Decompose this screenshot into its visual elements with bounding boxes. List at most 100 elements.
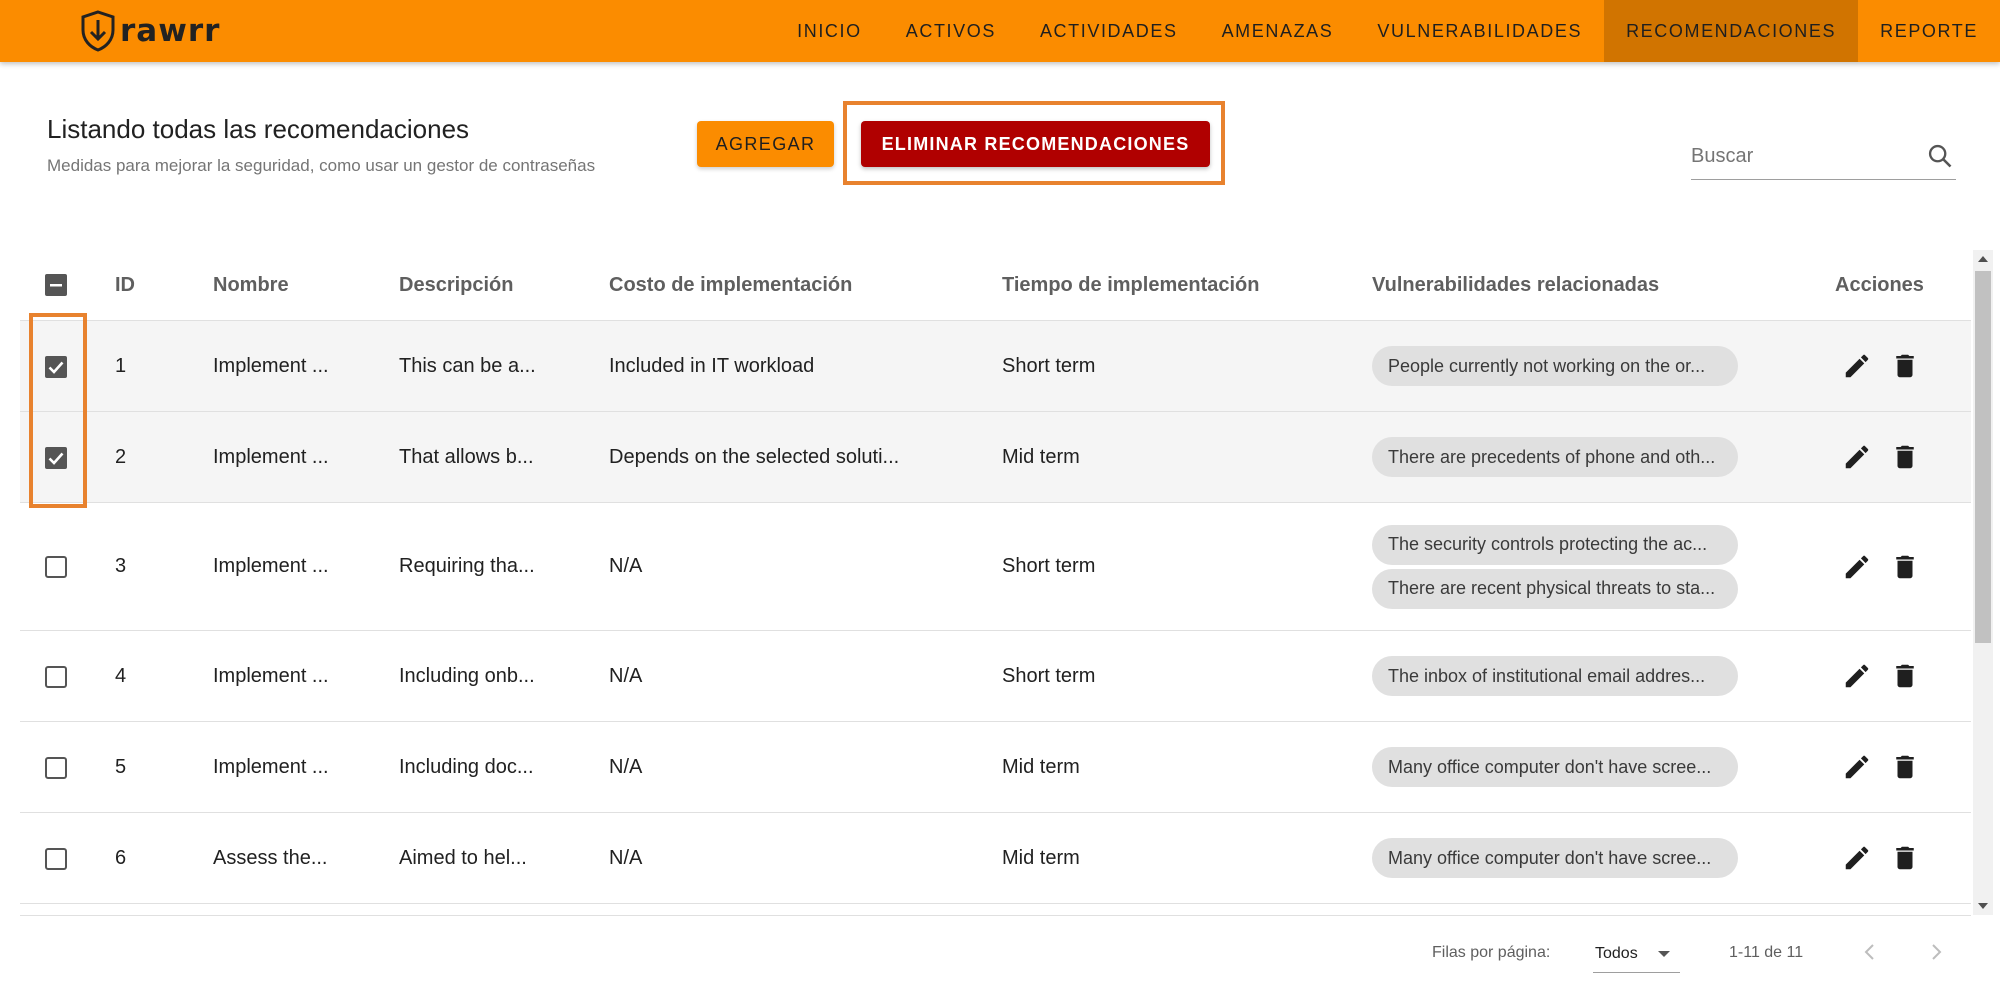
- vulnerability-chip[interactable]: There are recent physical threats to sta…: [1372, 568, 1738, 609]
- table-header: ID Nombre Descripción Costo de implement…: [20, 250, 1971, 321]
- cell-cost: N/A: [609, 846, 643, 869]
- column-header-id[interactable]: ID: [115, 250, 135, 321]
- edit-icon[interactable]: [1842, 552, 1872, 582]
- cell-time: Mid term: [1002, 755, 1080, 778]
- cell-description: Including doc...: [399, 755, 534, 778]
- edit-icon[interactable]: [1842, 843, 1872, 873]
- table-row[interactable]: 2 Implement ... That allows b... Depends…: [20, 412, 1971, 503]
- search-input[interactable]: [1691, 136, 1911, 176]
- table-row[interactable]: 3 Implement ... Requiring tha... N/A Sho…: [20, 503, 1971, 631]
- rows-per-page-label: Filas por página:: [1432, 944, 1551, 961]
- delete-recommendations-button[interactable]: ELIMINAR RECOMENDACIONES: [861, 121, 1210, 167]
- edit-icon[interactable]: [1842, 661, 1872, 691]
- top-app-bar: rawrr INICIO ACTIVOS ACTIVIDADES AMENAZA…: [0, 0, 2000, 62]
- nav-item-vulnerabilidades[interactable]: VULNERABILIDADES: [1355, 0, 1604, 62]
- column-header-description[interactable]: Descripción: [399, 250, 513, 321]
- table-row[interactable]: 5 Implement ... Including doc... N/A Mid…: [20, 722, 1971, 813]
- row-checkbox[interactable]: [44, 555, 68, 579]
- cell-name: Implement ...: [213, 445, 329, 468]
- table-row[interactable]: 6 Assess the... Aimed to hel... N/A Mid …: [20, 813, 1971, 904]
- table-row[interactable]: 1 Implement ... This can be a... Include…: [20, 321, 1971, 412]
- nav-item-actividades[interactable]: ACTIVIDADES: [1018, 0, 1200, 62]
- scrollbar-thumb[interactable]: [1975, 271, 1991, 643]
- column-header-vulnerabilities[interactable]: Vulnerabilidades relacionadas: [1372, 250, 1659, 321]
- cell-description: Aimed to hel...: [399, 846, 527, 869]
- delete-icon[interactable]: [1890, 752, 1920, 782]
- dropdown-caret-icon: [1658, 951, 1670, 957]
- vulnerability-chips: People currently not working on the or..…: [1372, 321, 1738, 411]
- column-header-actions: Acciones: [1835, 274, 1924, 296]
- delete-icon[interactable]: [1890, 661, 1920, 691]
- nav-item-reporte[interactable]: REPORTE: [1858, 0, 2000, 62]
- rows-per-page-value: Todos: [1595, 945, 1638, 962]
- cell-time: Short term: [1002, 354, 1096, 377]
- table-scrollbar[interactable]: [1973, 250, 1993, 915]
- footer-divider: [20, 915, 1971, 916]
- cell-description: Including onb...: [399, 664, 535, 687]
- vulnerability-chips: Many office computer don't have scree...: [1372, 722, 1738, 812]
- cell-id: 6: [115, 846, 127, 869]
- next-page-icon[interactable]: [1924, 940, 1948, 964]
- row-checkbox[interactable]: [44, 665, 68, 689]
- vulnerability-chips: There are precedents of phone and oth...: [1372, 412, 1738, 502]
- rows-per-page-select[interactable]: Todos: [1593, 935, 1680, 973]
- nav-item-activos[interactable]: ACTIVOS: [884, 0, 1018, 62]
- vulnerability-chip[interactable]: The security controls protecting the ac.…: [1372, 524, 1738, 565]
- cell-description: Requiring tha...: [399, 555, 535, 577]
- row-checkbox[interactable]: [44, 756, 68, 780]
- previous-page-icon[interactable]: [1858, 940, 1882, 964]
- cell-time: Mid term: [1002, 846, 1080, 869]
- cell-name: Implement ...: [213, 664, 329, 687]
- delete-icon[interactable]: [1890, 843, 1920, 873]
- column-header-name[interactable]: Nombre: [213, 250, 289, 321]
- cell-id: 4: [115, 664, 127, 687]
- cell-name: Implement ...: [213, 555, 329, 577]
- cell-cost: Depends on the selected soluti...: [609, 445, 900, 468]
- column-header-time[interactable]: Tiempo de implementación: [1002, 250, 1259, 321]
- cell-description: That allows b...: [399, 445, 534, 468]
- edit-icon[interactable]: [1842, 351, 1872, 381]
- vulnerability-chips: The security controls protecting the ac.…: [1372, 503, 1738, 630]
- main-nav: INICIO ACTIVOS ACTIVIDADES AMENAZAS VULN…: [775, 0, 2000, 62]
- page-title: Listando todas las recomendaciones: [47, 114, 470, 144]
- nav-item-recomendaciones[interactable]: RECOMENDACIONES: [1604, 0, 1859, 62]
- column-header-cost[interactable]: Costo de implementación: [609, 250, 852, 321]
- delete-icon[interactable]: [1890, 442, 1920, 472]
- vulnerability-chip[interactable]: There are precedents of phone and oth...: [1372, 437, 1738, 477]
- search-field: [1691, 136, 1956, 180]
- select-all-checkbox[interactable]: [44, 273, 68, 297]
- vulnerability-chip[interactable]: Many office computer don't have scree...: [1372, 838, 1738, 878]
- vulnerability-chips: The inbox of institutional email addres.…: [1372, 631, 1738, 721]
- cell-id: 5: [115, 755, 127, 778]
- row-checkbox[interactable]: [44, 847, 68, 871]
- page-subtitle: Medidas para mejorar la seguridad, como …: [47, 156, 596, 175]
- cell-time: Short term: [1002, 664, 1096, 687]
- vulnerability-chip[interactable]: The inbox of institutional email addres.…: [1372, 656, 1738, 696]
- cell-time: Short term: [1002, 555, 1096, 577]
- cell-id: 2: [115, 445, 127, 468]
- vulnerability-chip[interactable]: People currently not working on the or..…: [1372, 346, 1738, 386]
- vulnerability-chip[interactable]: Many office computer don't have scree...: [1372, 747, 1738, 787]
- nav-item-amenazas[interactable]: AMENAZAS: [1200, 0, 1356, 62]
- shield-logo-icon: [81, 10, 115, 52]
- nav-item-inicio[interactable]: INICIO: [775, 0, 884, 62]
- cell-cost: N/A: [609, 755, 643, 778]
- cell-id: 3: [115, 555, 127, 577]
- logo-text: rawrr: [120, 13, 221, 49]
- add-button[interactable]: AGREGAR: [697, 121, 834, 167]
- delete-icon[interactable]: [1890, 552, 1920, 582]
- cell-time: Mid term: [1002, 445, 1080, 468]
- cell-name: Implement ...: [213, 354, 329, 377]
- cell-name: Assess the...: [213, 846, 328, 869]
- scroll-up-arrow-icon[interactable]: [1978, 256, 1988, 262]
- app-logo[interactable]: rawrr: [80, 8, 220, 54]
- table-row[interactable]: 4 Implement ... Including onb... N/A Sho…: [20, 631, 1971, 722]
- edit-icon[interactable]: [1842, 442, 1872, 472]
- cell-cost: N/A: [609, 664, 643, 687]
- scroll-down-arrow-icon[interactable]: [1978, 903, 1988, 909]
- edit-icon[interactable]: [1842, 752, 1872, 782]
- search-icon[interactable]: [1926, 142, 1954, 170]
- delete-icon[interactable]: [1890, 351, 1920, 381]
- vulnerability-chips: Many office computer don't have scree...: [1372, 813, 1738, 903]
- cell-description: This can be a...: [399, 354, 536, 377]
